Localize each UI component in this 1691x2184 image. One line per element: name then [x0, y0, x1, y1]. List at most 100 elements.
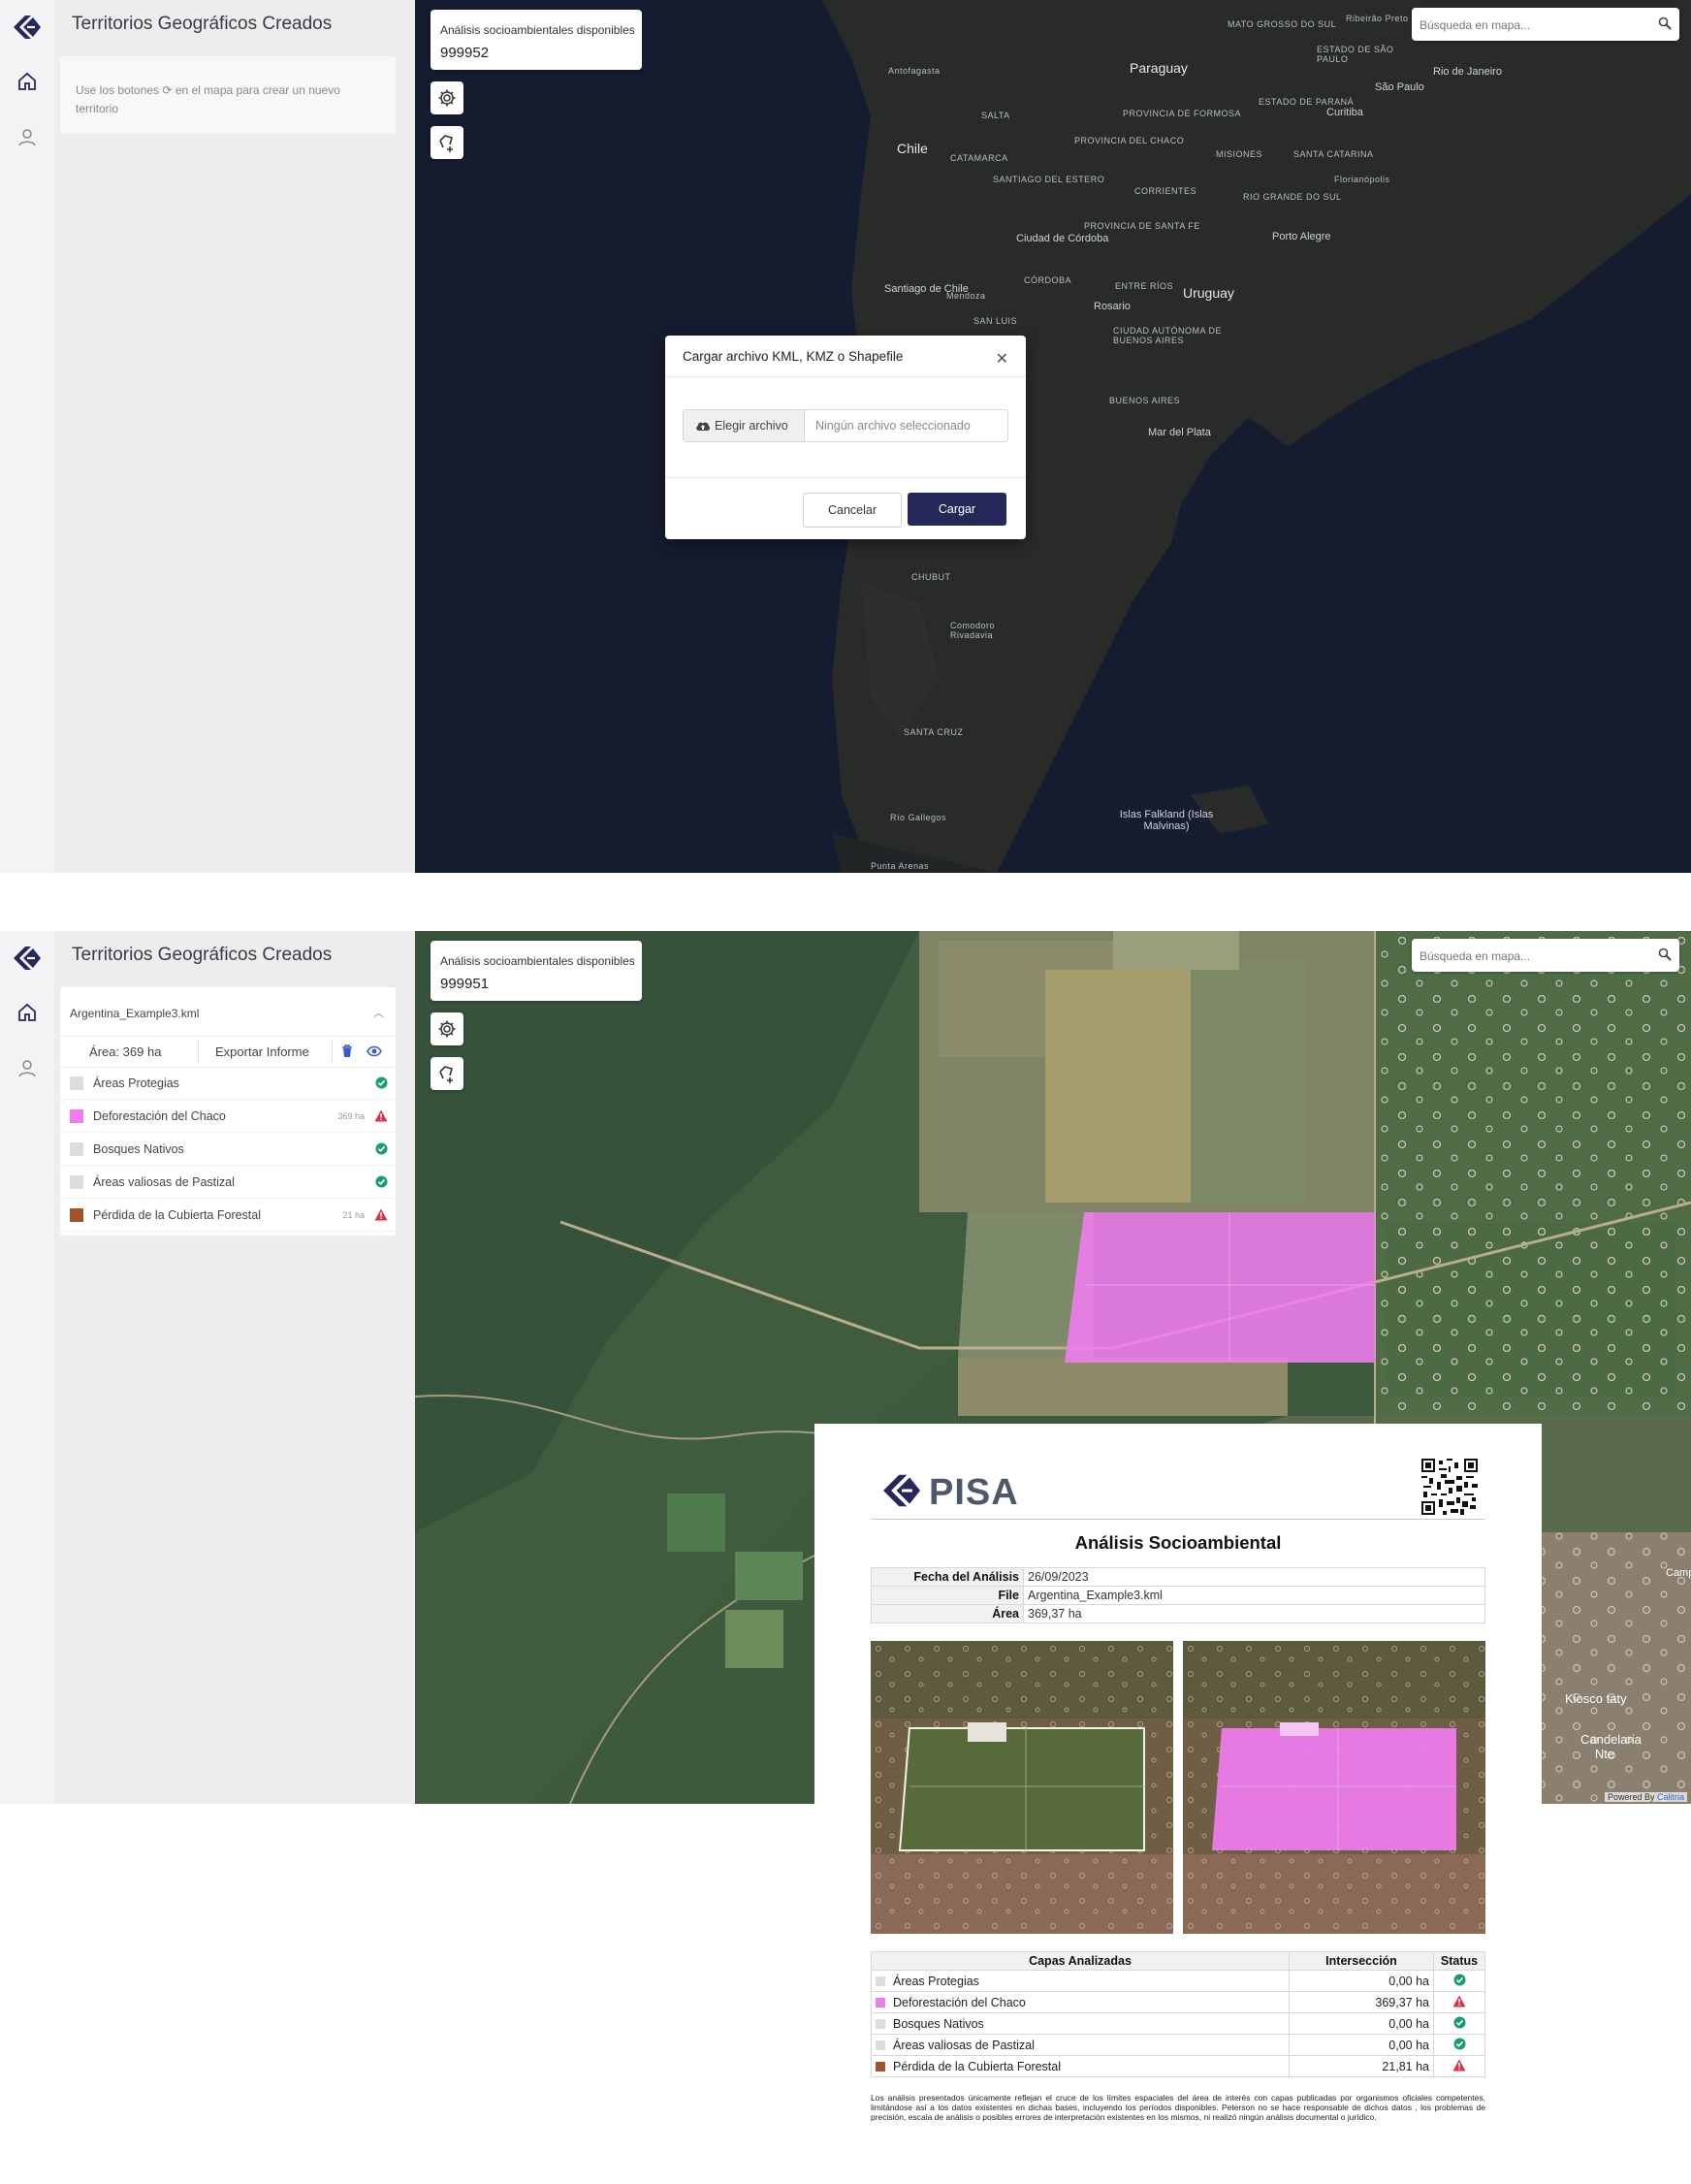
search-icon[interactable]: [1658, 16, 1672, 30]
selected-file-name: Ningún archivo seleccionado: [815, 419, 971, 433]
meta-value: 369,37 ha: [1023, 1604, 1485, 1623]
modal-backdrop[interactable]: [415, 0, 1691, 873]
layer-color-swatch: [70, 1142, 83, 1156]
layer-color-swatch: [70, 1109, 83, 1123]
user-icon[interactable]: [16, 126, 39, 149]
user-icon[interactable]: [16, 1057, 39, 1080]
cancel-button[interactable]: Cancelar: [803, 493, 902, 528]
table-row: Deforestación del Chaco 369,37 ha: [871, 1991, 1485, 2013]
meta-value: Argentina_Example3.kml: [1023, 1586, 1485, 1605]
layer-row[interactable]: Pérdida de la Cubierta Forestal 21 ha: [60, 1199, 396, 1232]
layer-row[interactable]: Áreas valiosas de Pastizal: [60, 1166, 396, 1199]
map-label: Rio de Janeiro: [1433, 66, 1502, 78]
available-label: Análisis socioambientales disponibles: [440, 23, 635, 37]
layer-name: Bosques Nativos: [893, 2016, 984, 2031]
empty-hint-text: Use los botones ⟳ en el mapa para crear …: [76, 81, 376, 118]
map-view[interactable]: Paraguay Chile Uruguay Porto Alegre São …: [415, 0, 1691, 873]
status-cell: [1433, 1970, 1485, 1992]
app-logo-icon[interactable]: [12, 945, 43, 972]
panel-title: Territorios Geográficos Creados: [72, 945, 333, 965]
report-logo-text: PISA: [929, 1472, 1019, 1513]
load-button[interactable]: Cargar: [908, 493, 1006, 526]
panel-title: Territorios Geográficos Creados: [72, 14, 333, 34]
intersection-value: 369,37 ha: [1289, 1991, 1434, 2013]
layer-row[interactable]: Áreas Protegias: [60, 1067, 396, 1100]
status-cell: [1433, 1991, 1485, 2013]
draw-polygon-button[interactable]: [431, 126, 463, 159]
table-row: Áreas Protegias 0,00 ha: [871, 1970, 1485, 1992]
attribution-brand: Calitria: [1656, 1792, 1684, 1802]
map-search[interactable]: [1412, 939, 1679, 972]
available-value: 999951: [440, 976, 490, 992]
settings-button[interactable]: [431, 81, 463, 114]
chevron-up-icon[interactable]: ︿: [373, 1005, 384, 1020]
table-row: Fecha del Análisis 26/09/2023: [871, 1567, 1485, 1587]
map-label: ENTRE RÍOS: [1115, 281, 1174, 291]
divider: [665, 376, 1026, 377]
divider: [871, 1519, 1485, 1520]
divider: [665, 477, 1026, 478]
cloud-upload-icon: [696, 422, 711, 431]
draw-polygon-button[interactable]: [431, 1057, 463, 1090]
layer-hectares: 21 ha: [342, 1210, 365, 1220]
layer-cell: Bosques Nativos: [871, 2012, 1290, 2035]
layer-name: Áreas valiosas de Pastizal: [893, 2038, 1035, 2052]
territory-header[interactable]: Argentina_Example3.kml ︿: [60, 987, 396, 1037]
layer-status: [375, 1076, 388, 1092]
pisa-logo-icon: [883, 1474, 920, 1507]
search-icon[interactable]: [1658, 947, 1672, 961]
map-label: SANTA CATARINA: [1293, 149, 1374, 159]
eye-icon[interactable]: [367, 1045, 382, 1057]
map-label: Punta Arenas: [871, 861, 930, 871]
table-row: Área 369,37 ha: [871, 1604, 1485, 1623]
territories-panel: Territorios Geográficos Creados Argentin…: [54, 931, 464, 1804]
dialog-title: Cargar archivo KML, KMZ o Shapefile: [683, 349, 904, 364]
available-value: 999952: [440, 45, 490, 61]
warning-icon: [374, 1208, 388, 1221]
map-label: SANTA CRUZ: [904, 727, 964, 737]
map-label: ESTADO DE PARANÁ: [1259, 97, 1355, 107]
report-layers-table: Capas Analizadas Intersección Status Áre…: [871, 1951, 1485, 2077]
close-icon[interactable]: ✕: [996, 349, 1008, 369]
choose-file-button[interactable]: Elegir archivo: [684, 410, 805, 441]
attribution: Powered By Calitria: [1604, 1792, 1687, 1802]
map-label: Rosario: [1094, 301, 1131, 312]
table-row: File Argentina_Example3.kml: [871, 1586, 1485, 1605]
territories-panel: Territorios Geográficos Creados Use los …: [54, 0, 464, 873]
meta-key: Fecha del Análisis: [871, 1567, 1024, 1587]
file-input[interactable]: Elegir archivo Ningún archivo selecciona…: [683, 409, 1008, 442]
layer-row[interactable]: Deforestación del Chaco 369 ha: [60, 1100, 396, 1133]
warning-icon: [1452, 2059, 1466, 2071]
map-search-input[interactable]: [1418, 945, 1644, 968]
layer-name: Áreas valiosas de Pastizal: [93, 1175, 235, 1189]
home-icon[interactable]: [16, 70, 39, 93]
app-logo-icon[interactable]: [12, 14, 43, 41]
intersection-value: 0,00 ha: [1289, 2012, 1434, 2035]
map-label: SAN LUIS: [973, 316, 1018, 326]
layer-status: [375, 1175, 388, 1191]
settings-button[interactable]: [431, 1012, 463, 1045]
map-label: CIUDAD AUTÓNOMA DE BUENOS AIRES: [1113, 326, 1223, 345]
map-label: Paraguay: [1130, 60, 1188, 76]
map-search[interactable]: [1412, 8, 1679, 41]
nav-rail: [0, 0, 55, 873]
map-label: Mendoza: [946, 291, 986, 301]
map-label: Curitiba: [1326, 107, 1363, 118]
map-label: Ciudad de Córdoba: [1016, 233, 1109, 244]
map-place-label: Camp: [1666, 1567, 1691, 1579]
trash-icon[interactable]: [341, 1044, 353, 1058]
map-label: PROVINCIA DE FORMOSA: [1123, 109, 1242, 118]
map-label: Porto Alegre: [1272, 231, 1331, 242]
map-label: RIO GRANDE DO SUL: [1243, 192, 1342, 202]
status-cell: [1433, 2034, 1485, 2056]
map-search-input[interactable]: [1418, 14, 1644, 37]
report-layers-body: Áreas Protegias 0,00 ha Deforestación del …: [871, 1970, 1485, 2077]
home-icon[interactable]: [16, 1001, 39, 1024]
draw-polygon-icon: [439, 1066, 453, 1083]
table-row: Bosques Nativos 0,00 ha: [871, 2012, 1485, 2035]
warning-icon: [374, 1109, 388, 1122]
report-document: PISA Análisis Socioambiental Fecha del A…: [814, 1424, 1542, 2184]
report-map-deforestation: [1183, 1641, 1485, 1934]
layer-row[interactable]: Bosques Nativos: [60, 1133, 396, 1166]
export-report-button[interactable]: Exportar Informe: [215, 1044, 309, 1059]
